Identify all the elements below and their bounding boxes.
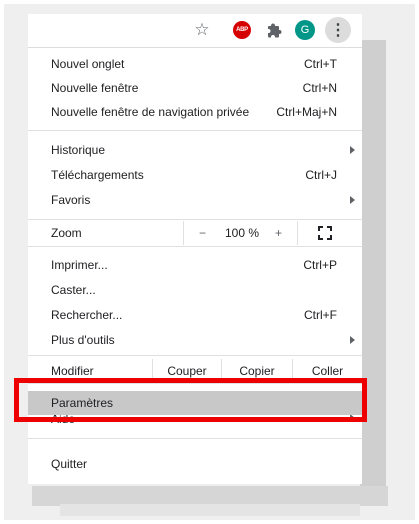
menu-item-shortcut: Ctrl+Maj+N [276, 105, 337, 119]
menu-item-label: Nouvelle fenêtre de navigation privée [51, 105, 250, 119]
menu-separator [28, 383, 362, 384]
kebab-menu-icon[interactable]: ⋮ [325, 17, 351, 43]
menu-item-label: Rechercher... [51, 308, 123, 322]
star-icon[interactable]: ☆ [191, 19, 213, 41]
menu-item-shortcut: Ctrl+T [304, 57, 337, 71]
menu-separator [28, 130, 362, 131]
menu-item-label: Historique [51, 143, 106, 157]
avatar-letter: G [295, 20, 315, 40]
menu-separator [28, 355, 362, 356]
menu-item-new-incognito-window[interactable]: Nouvelle fenêtre de navigation privée Ct… [28, 100, 362, 124]
profile-avatar[interactable]: G [294, 19, 316, 41]
menu-row-edit: Modifier Couper Copier Coller [28, 359, 362, 383]
menu-item-shortcut: Ctrl+F [304, 308, 337, 322]
copy-button[interactable]: Copier [222, 359, 292, 383]
menu-item-new-tab[interactable]: Nouvel onglet Ctrl+T [28, 52, 362, 76]
zoom-divider [183, 221, 184, 245]
submenu-arrow-icon [350, 336, 355, 344]
menu-item-bookmarks[interactable]: Favoris [28, 188, 362, 212]
submenu-arrow-icon [350, 415, 355, 422]
menu-item-label: Caster... [51, 283, 96, 297]
menu-item-cast[interactable]: Caster... [28, 278, 362, 302]
kebab-glyph: ⋮ [330, 22, 346, 39]
star-glyph: ☆ [194, 20, 210, 39]
menu-item-label: Téléchargements [51, 168, 144, 182]
menu-item-shortcut: Ctrl+N [302, 81, 337, 95]
menu-item-more-tools[interactable]: Plus d'outils [28, 328, 362, 352]
menu-separator [28, 246, 362, 247]
fullscreen-icon[interactable] [318, 226, 332, 240]
menu-item-quit[interactable]: Quitter [28, 452, 362, 476]
menu-item-shortcut: Ctrl+J [305, 168, 337, 182]
zoom-level-value: 100 % [225, 226, 260, 240]
zoom-in-button[interactable]: + [275, 226, 282, 240]
menu-item-label: Nouvelle fenêtre [51, 81, 139, 95]
menu-item-downloads[interactable]: Téléchargements Ctrl+J [28, 163, 362, 187]
adblock-plus-icon[interactable]: ABP [231, 19, 253, 41]
cut-button[interactable]: Couper [153, 359, 221, 383]
paste-button[interactable]: Coller [293, 359, 362, 383]
zoom-out-button[interactable]: − [199, 226, 206, 240]
menu-item-label: Imprimer... [51, 258, 108, 272]
menu-item-new-window[interactable]: Nouvelle fenêtre Ctrl+N [28, 76, 362, 100]
edit-label: Modifier [51, 364, 94, 378]
menu-item-help[interactable]: Aide [28, 415, 362, 429]
menu-row-zoom: Zoom − 100 % + [28, 221, 362, 245]
menu-item-print[interactable]: Imprimer... Ctrl+P [28, 253, 362, 277]
menu-item-history[interactable]: Historique [28, 138, 362, 162]
chrome-main-menu: Nouvel onglet Ctrl+T Nouvelle fenêtre Ct… [28, 48, 362, 484]
menu-shadow-right [360, 40, 386, 488]
menu-item-label: Paramètres [51, 396, 114, 410]
menu-separator [28, 219, 362, 220]
menu-item-label: Aide [51, 415, 76, 426]
menu-shadow-bottom [32, 486, 388, 506]
menu-item-settings[interactable]: Paramètres [28, 391, 362, 415]
zoom-label: Zoom [51, 226, 82, 240]
zoom-divider [297, 221, 298, 245]
menu-item-shortcut: Ctrl+P [303, 258, 337, 272]
extensions-puzzle-icon[interactable] [264, 19, 286, 41]
browser-toolbar: ☆ ABP G ⋮ [28, 14, 362, 48]
menu-item-label: Quitter [51, 457, 88, 471]
abp-badge: ABP [233, 21, 251, 39]
menu-separator [28, 438, 362, 439]
menu-item-label: Favoris [51, 193, 91, 207]
puzzle-icon [268, 23, 282, 38]
menu-item-find[interactable]: Rechercher... Ctrl+F [28, 303, 362, 327]
menu-item-label: Plus d'outils [51, 333, 115, 347]
submenu-arrow-icon [350, 146, 355, 154]
menu-shadow-bottom-outer [60, 504, 360, 516]
submenu-arrow-icon [350, 196, 355, 204]
menu-item-label: Nouvel onglet [51, 57, 125, 71]
